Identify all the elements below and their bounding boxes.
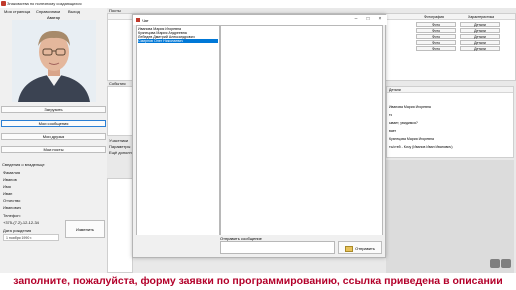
details-button-3[interactable]: Детали <box>460 34 500 39</box>
minimize-icon[interactable]: – <box>351 15 361 23</box>
my-messages-button[interactable]: Мои сообщения <box>1 120 106 127</box>
details-header: Детали <box>389 88 401 92</box>
my-posts-button[interactable]: Мои посты <box>1 146 106 153</box>
dob-label: Дата рождения <box>3 228 32 233</box>
photo-button-2[interactable]: Фото <box>416 28 456 33</box>
title-bar: Знакомства по полезному создающихся <box>0 0 516 8</box>
name-value: Иван <box>3 191 13 196</box>
detail-row-3: ывает, увидимся? <box>389 121 418 125</box>
col-characteristic: Характеристика <box>468 15 495 19</box>
avatar-photo <box>12 20 96 102</box>
bottom-right-panel <box>386 160 514 273</box>
video-fullscreen-icon[interactable] <box>501 259 511 268</box>
detail-row-6: ть/стей - Кочу (Иванов Иван Иванович) <box>389 145 453 149</box>
chat-app-icon <box>136 18 140 22</box>
detail-row-5: Кузнецова Мария Игоревна <box>389 137 434 141</box>
window-title: Знакомства по полезному создающихся <box>7 1 82 6</box>
upload-button[interactable]: Загрузить <box>1 106 106 113</box>
chat-title: Чат <box>142 18 149 23</box>
menu-references[interactable]: Справочники <box>36 9 60 14</box>
close-icon[interactable]: × <box>375 15 385 23</box>
details-button-2[interactable]: Детали <box>460 28 500 33</box>
details-button-4[interactable]: Детали <box>460 40 500 45</box>
detail-row-4: вает <box>389 129 397 133</box>
chat-dialog: Чат – □ × Иванова Мария Игоревна Кузнецо… <box>132 14 387 258</box>
surname-label: Фамилия <box>3 170 20 175</box>
patronymic-value: Иванович <box>3 205 22 210</box>
contact-item-selected[interactable]: Смирнов Олег Николаевич <box>138 39 218 43</box>
envelope-icon <box>345 245 354 252</box>
detail-row-2: ть <box>389 113 393 117</box>
photo-button-5[interactable]: Фото <box>416 46 456 51</box>
surname-value: Иванов <box>3 177 17 182</box>
phone-label: Телефон: <box>3 213 21 218</box>
edit-profile-button[interactable]: Изменить <box>65 220 105 238</box>
subtitle-caption: заполните, пожалуйста, форму заявки по п… <box>0 273 516 290</box>
photo-button-4[interactable]: Фото <box>416 40 456 45</box>
params-label: Параметры <box>109 144 131 149</box>
my-friends-button[interactable]: Мои друзья <box>1 133 106 140</box>
phone-value: +375-(7.2)-12-12-34 <box>3 220 39 225</box>
send-area: Отправить сообщение Отправить <box>136 235 383 255</box>
name-label: Имя <box>3 184 11 189</box>
send-button-label: Отправить <box>355 246 375 251</box>
app-icon <box>1 1 6 6</box>
message-input[interactable] <box>220 241 335 254</box>
maximize-icon[interactable]: □ <box>363 15 373 23</box>
avatar-image <box>12 20 96 102</box>
details-grid: Детали Иванова Мария Игоревна ть ывает, … <box>386 86 514 158</box>
menu-my-page[interactable]: Моя страница <box>4 9 30 14</box>
messages-area <box>220 25 383 252</box>
detail-row-1: Иванова Мария Игоревна <box>389 105 431 109</box>
events-grid <box>107 86 133 136</box>
chat-title-bar: Чат – □ × <box>133 15 387 25</box>
menu-bar: Моя страница Справочники Выход <box>0 8 110 15</box>
photo-button-1[interactable]: Фото <box>416 22 456 27</box>
dob-picker[interactable]: 1 ноября 1990 г. <box>3 234 59 241</box>
patronymic-label: Отчество <box>3 198 21 203</box>
details-button-1[interactable]: Детали <box>460 22 500 27</box>
details-button-5[interactable]: Детали <box>460 46 500 51</box>
nearest-label: Участники <box>109 138 129 143</box>
details-grid-left <box>107 178 133 273</box>
photo-button-3[interactable]: Фото <box>416 34 456 39</box>
col-photo: Фотография <box>424 15 444 19</box>
video-settings-icon[interactable] <box>490 259 500 268</box>
menu-exit[interactable]: Выход <box>68 9 80 14</box>
contacts-list[interactable]: Иванова Мария Игоревна Кузнецова Мария А… <box>136 25 220 252</box>
send-button[interactable]: Отправить <box>338 241 382 254</box>
owner-info-header: Сведения о владельце <box>2 162 45 167</box>
extra-label: Ещё дополн <box>109 150 132 155</box>
